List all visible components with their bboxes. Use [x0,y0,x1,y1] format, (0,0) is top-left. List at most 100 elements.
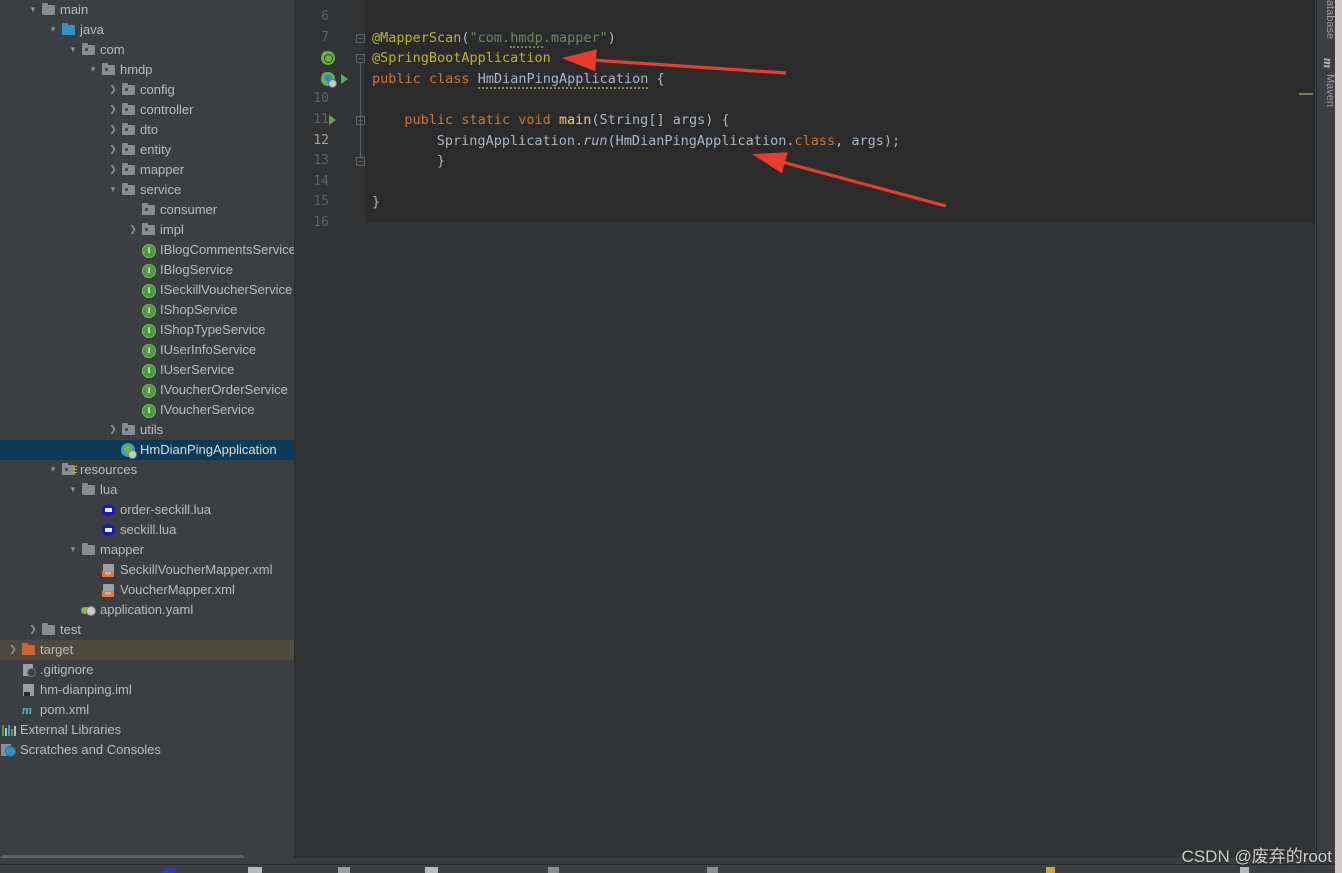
tree-row[interactable]: I IBlogService [0,260,294,280]
tree-row-label: IVoucherService [160,402,255,417]
editor-gutter[interactable]: 678910111213141516−−−− [295,0,365,858]
tree-row[interactable]: ▾ mapper [0,540,294,560]
spring-boot-gutter-icon[interactable] [321,71,337,88]
csdn-watermark: CSDN @废弃的root [1181,847,1332,866]
tree-row[interactable]: ❯ mapper [0,160,294,180]
code-line[interactable]: SpringApplication.run(HmDianPingApplicat… [437,131,900,152]
tree-row[interactable]: Scratches and Consoles [0,740,294,760]
maven-m-icon: m [1321,58,1336,69]
intellij-idea-window: ▾ main ▾ java ▾ com ▾ hmdp ❯ config ❯ controller ❯ dt… [0,0,1342,873]
tree-row[interactable]: ▾ java [0,20,294,40]
chevron-right-icon[interactable]: ❯ [106,80,120,100]
code-fold-marker[interactable]: − [356,33,365,43]
code-line[interactable]: public class HmDianPingApplication { [372,69,665,90]
code-editor[interactable]: 678910111213141516−−−− @MapperScan("com.… [295,0,1315,858]
right-tool-window-strip[interactable]: Database m Maven [1316,0,1336,858]
tree-row[interactable]: External Libraries [0,720,294,740]
tree-row[interactable]: ▾ main [0,0,294,20]
chevron-down-icon[interactable]: ▾ [86,60,100,80]
tree-row-label: IBlogService [160,262,233,277]
chevron-down-icon[interactable]: ▾ [66,480,80,500]
tree-row[interactable]: hm-dianping.iml [0,680,294,700]
chevron-right-icon[interactable]: ❯ [106,140,120,160]
bottom-bar-item-2[interactable] [338,867,350,873]
tree-row[interactable]: ❯ controller [0,100,294,120]
chevron-down-icon[interactable]: ▾ [66,40,80,60]
java-interface-icon: I [140,322,157,338]
code-line[interactable]: } [372,192,380,213]
tree-row[interactable]: ❯ dto [0,120,294,140]
tree-row[interactable]: ❯ config [0,80,294,100]
bottom-bar-item-1[interactable] [248,867,262,873]
tree-row[interactable]: ❯ test [0,620,294,640]
code-line[interactable]: @MapperScan("com.hmdp.mapper") [372,28,616,49]
chevron-right-icon[interactable]: ❯ [106,420,120,440]
tree-row[interactable]: VoucherMapper.xml [0,580,294,600]
tree-row[interactable]: SeckillVoucherMapper.xml [0,560,294,580]
tree-row[interactable]: I IShopService [0,300,294,320]
tree-row[interactable]: ❯ impl [0,220,294,240]
tree-row[interactable]: I IBlogCommentsService [0,240,294,260]
tree-row-label: IShopService [160,302,238,317]
tool-tab-database[interactable]: Database [1317,0,1336,39]
bottom-tool-window-bar[interactable] [0,864,1335,873]
tree-row[interactable]: ▾ com [0,40,294,60]
tree-row[interactable]: HmDianPingApplication [0,440,294,460]
tree-row[interactable]: ▾ service [0,180,294,200]
tree-row[interactable]: seckill.lua [0,520,294,540]
chevron-right-icon[interactable]: ❯ [106,120,120,140]
code-fold-marker[interactable]: − [356,157,365,167]
line-number: 13 [313,153,329,169]
code-line[interactable]: public static void main(String[] args) { [404,110,729,131]
bottom-bar-item-6[interactable] [1046,867,1055,873]
tree-row[interactable]: I ISeckillVoucherService [0,280,294,300]
tree-row[interactable]: I IShopTypeService [0,320,294,340]
run-gutter-arrow-icon[interactable] [329,115,336,125]
tree-row-label: seckill.lua [120,522,177,537]
bottom-bar-item-5[interactable] [707,867,718,873]
tree-row[interactable]: ❯ utils [0,420,294,440]
tree-row[interactable]: ▾ lua [0,480,294,500]
line-number: 14 [313,173,329,189]
chevron-down-icon[interactable]: ▾ [106,180,120,200]
chevron-down-icon[interactable]: ▾ [46,460,60,480]
resources-folder-icon [60,462,77,478]
editor-scrollbar-thumb[interactable] [1299,93,1313,95]
chevron-right-icon[interactable]: ❯ [26,620,40,640]
chevron-right-icon[interactable]: ❯ [106,100,120,120]
tree-row[interactable]: I IUserInfoService [0,340,294,360]
tree-row[interactable]: I IUserService [0,360,294,380]
tree-row-label: VoucherMapper.xml [120,582,235,597]
tool-tab-maven[interactable]: Maven [1317,74,1336,107]
bottom-bar-run-icon[interactable] [160,867,178,873]
tree-row[interactable]: I IVoucherOrderService [0,380,294,400]
bottom-bar-item-7[interactable] [1240,867,1249,873]
tree-row[interactable]: .gitignore [0,660,294,680]
project-tool-window[interactable]: ▾ main ▾ java ▾ com ▾ hmdp ❯ config ❯ controller ❯ dt… [0,0,294,858]
chevron-right-icon[interactable]: ❯ [126,220,140,240]
tree-row[interactable]: I IVoucherService [0,400,294,420]
run-gutter-arrow-icon[interactable] [341,73,348,84]
tree-row[interactable]: ❯ target [0,640,294,660]
chevron-down-icon[interactable]: ▾ [46,20,60,40]
tree-row[interactable]: ▾ resources [0,460,294,480]
package-folder-icon [120,182,137,198]
tree-row[interactable]: order-seckill.lua [0,500,294,520]
folder-icon [80,542,97,558]
excluded-folder-icon [20,642,37,658]
project-tree-horizontal-scrollbar[interactable] [0,855,245,858]
bottom-bar-item-3[interactable] [425,867,438,873]
chevron-down-icon[interactable]: ▾ [66,540,80,560]
tree-row[interactable]: m pom.xml [0,700,294,720]
chevron-down-icon[interactable]: ▾ [26,0,40,20]
chevron-right-icon[interactable]: ❯ [106,160,120,180]
tree-row[interactable]: consumer [0,200,294,220]
code-line[interactable]: @SpringBootApplication [372,48,551,69]
tree-row[interactable]: ❯ entity [0,140,294,160]
tree-row[interactable]: ▾ hmdp [0,60,294,80]
bottom-bar-item-4[interactable] [548,867,559,873]
tree-row[interactable]: application.yaml [0,600,294,620]
code-line[interactable]: } [404,151,445,172]
chevron-right-icon[interactable]: ❯ [6,640,20,660]
spring-bean-gutter-icon[interactable] [321,51,335,66]
